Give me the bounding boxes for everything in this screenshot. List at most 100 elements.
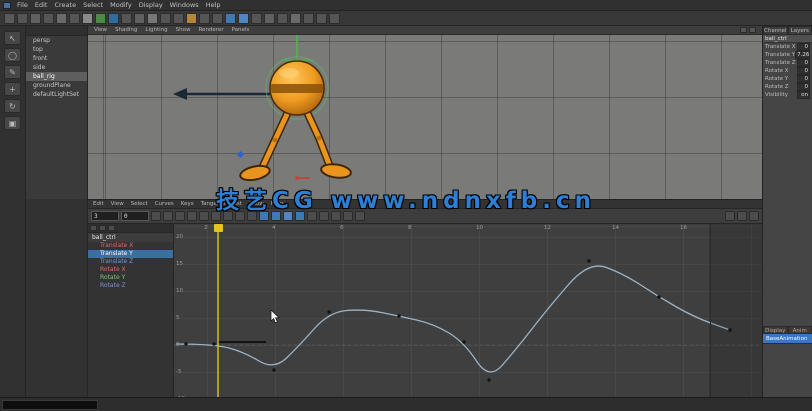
- move-key-tool-icon[interactable]: [151, 211, 161, 221]
- vp-menu-renderer[interactable]: Renderer: [198, 27, 223, 33]
- playhead-marker[interactable]: [214, 224, 223, 232]
- dock-tab-layers[interactable]: Layers: [788, 26, 812, 35]
- ge-channel-translate-x[interactable]: Translate X: [88, 242, 173, 250]
- keyframe-5[interactable]: [462, 340, 465, 343]
- keyframe-1[interactable]: [212, 342, 215, 345]
- shelf-icon-8[interactable]: [108, 13, 119, 24]
- shelf-icon-18[interactable]: [238, 13, 249, 24]
- menu-modify[interactable]: Modify: [110, 0, 132, 11]
- scale-tool-icon[interactable]: ▣: [4, 116, 21, 130]
- shelf-icon-7[interactable]: [95, 13, 106, 24]
- pin-channel-icon[interactable]: [749, 211, 759, 221]
- perspective-viewport[interactable]: ViewShadingLightingShowRendererPanels: [88, 26, 762, 199]
- outliner-item-groundplane[interactable]: groundPlane: [26, 81, 87, 90]
- ge-menu-edit[interactable]: Edit: [93, 201, 104, 207]
- vp-menu-panels[interactable]: Panels: [232, 27, 250, 33]
- outliner-item-persp[interactable]: persp: [26, 36, 87, 45]
- shelf-icon-14[interactable]: [186, 13, 197, 24]
- character-legs[interactable]: [239, 110, 352, 182]
- buffer-snapshot-icon[interactable]: [331, 211, 341, 221]
- layer-row-baseanimation[interactable]: BaseAnimation: [763, 334, 812, 344]
- channel-value-field[interactable]: 0: [797, 59, 810, 67]
- swap-buffer-icon[interactable]: [343, 211, 353, 221]
- retime-tool-icon[interactable]: [199, 211, 209, 221]
- dock-tab-channels[interactable]: Channels: [763, 26, 788, 35]
- keyframe-6[interactable]: [487, 378, 490, 381]
- shelf-icon-5[interactable]: [69, 13, 80, 24]
- time-snap-icon[interactable]: [725, 211, 735, 221]
- channel-value-field[interactable]: 7.26: [795, 51, 810, 59]
- layer-tab-display[interactable]: Display: [763, 326, 788, 334]
- shelf-icon-1[interactable]: [17, 13, 28, 24]
- outliner-item-front[interactable]: front: [26, 54, 87, 63]
- ge-channel-rotate-z[interactable]: Rotate Z: [88, 282, 173, 290]
- frame-playback-icon[interactable]: [223, 211, 233, 221]
- linear-tangent-icon[interactable]: [283, 211, 293, 221]
- menu-file[interactable]: File: [17, 0, 28, 11]
- channel-value-field[interactable]: 0: [797, 43, 810, 51]
- ge-menu-curves[interactable]: Curves: [155, 201, 174, 207]
- lasso-tool-icon[interactable]: ◯: [4, 48, 21, 62]
- shelf-icon-21[interactable]: [277, 13, 288, 24]
- pin-icon[interactable]: [99, 225, 106, 231]
- menu-select[interactable]: Select: [83, 0, 103, 11]
- ge-channel-translate-y[interactable]: Translate Y: [88, 250, 173, 258]
- curve-graph-area[interactable]: 246810121416 20151050-5-10: [174, 224, 762, 397]
- channel-row-rotate-y[interactable]: Rotate Y0: [763, 75, 812, 83]
- vp-menu-shading[interactable]: Shading: [115, 27, 137, 33]
- ge-channel-header[interactable]: ball_ctrl: [88, 233, 173, 242]
- channel-value-field[interactable]: 0: [797, 67, 810, 75]
- channel-row-rotate-x[interactable]: Rotate X0: [763, 67, 812, 75]
- outliner-item-side[interactable]: side: [26, 63, 87, 72]
- keyframe-8[interactable]: [657, 295, 660, 298]
- command-line-input[interactable]: [2, 400, 98, 410]
- select-tool-icon[interactable]: ↖: [4, 31, 21, 45]
- keyframe-3[interactable]: [327, 310, 330, 313]
- menu-windows[interactable]: Windows: [170, 0, 199, 11]
- grid-toggle-icon[interactable]: [749, 27, 756, 33]
- filter-icon[interactable]: [90, 225, 97, 231]
- panel-menu-icon[interactable]: [740, 27, 747, 33]
- shelf-icon-13[interactable]: [173, 13, 184, 24]
- menu-display[interactable]: Display: [139, 0, 163, 11]
- keyframe-7[interactable]: [587, 259, 590, 262]
- character-ball[interactable]: [270, 61, 324, 115]
- animation-curve[interactable]: [176, 266, 730, 372]
- center-view-icon[interactable]: [235, 211, 245, 221]
- paint-select-tool-icon[interactable]: ✎: [4, 65, 21, 79]
- ge-menu-view[interactable]: View: [111, 201, 124, 207]
- channel-value-field[interactable]: on: [797, 91, 810, 99]
- keyframe-4[interactable]: [397, 314, 400, 317]
- clamped-tangent-icon[interactable]: [271, 211, 281, 221]
- shelf-icon-19[interactable]: [251, 13, 262, 24]
- channel-row-rotate-z[interactable]: Rotate Z0: [763, 83, 812, 91]
- ge-value-stat-field[interactable]: [121, 211, 149, 221]
- ge-menu-keys[interactable]: Keys: [181, 201, 194, 207]
- shelf-icon-24[interactable]: [316, 13, 327, 24]
- ge-menu-select[interactable]: Select: [131, 201, 148, 207]
- move-tool-icon[interactable]: +: [4, 82, 21, 96]
- menu-create[interactable]: Create: [54, 0, 76, 11]
- lattice-deform-icon[interactable]: [175, 211, 185, 221]
- break-tangent-icon[interactable]: [355, 211, 365, 221]
- outliner-item-top[interactable]: top: [26, 45, 87, 54]
- viewport-canvas[interactable]: [88, 26, 762, 199]
- ge-frame-stat-field[interactable]: [91, 211, 119, 221]
- shelf-icon-6[interactable]: [82, 13, 93, 24]
- shelf-icon-0[interactable]: [4, 13, 15, 24]
- channel-row-translate-y[interactable]: Translate Y7.26: [763, 51, 812, 59]
- ge-menu-show[interactable]: Show: [249, 201, 264, 207]
- insert-key-tool-icon[interactable]: [163, 211, 173, 221]
- ge-channel-translate-z[interactable]: Translate Z: [88, 258, 173, 266]
- channel-row-translate-x[interactable]: Translate X0: [763, 43, 812, 51]
- shelf-icon-12[interactable]: [160, 13, 171, 24]
- region-tool-icon[interactable]: [187, 211, 197, 221]
- ge-menu-help[interactable]: Help: [271, 201, 284, 207]
- shelf-icon-20[interactable]: [264, 13, 275, 24]
- shelf-icon-10[interactable]: [134, 13, 145, 24]
- shelf-icon-9[interactable]: [121, 13, 132, 24]
- shelf-icon-11[interactable]: [147, 13, 158, 24]
- shelf-icon-16[interactable]: [212, 13, 223, 24]
- plateau-tangent-icon[interactable]: [319, 211, 329, 221]
- shelf-icon-3[interactable]: [43, 13, 54, 24]
